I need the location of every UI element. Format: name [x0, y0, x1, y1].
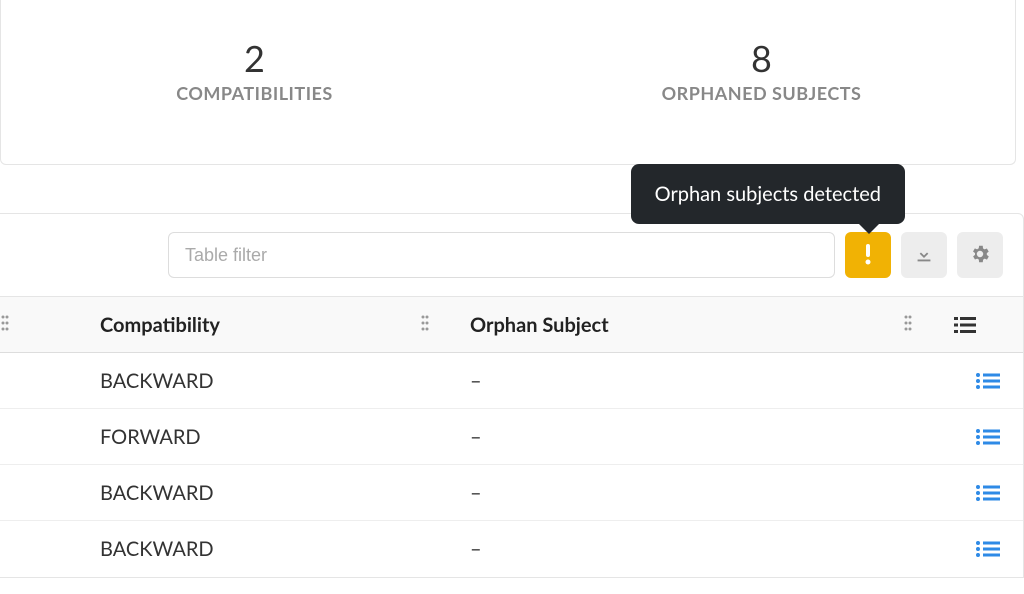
row-details-button[interactable]	[954, 373, 1022, 389]
data-table: Compatibility Orphan Subject	[0, 296, 1023, 577]
cell-compatibility: BACKWARD	[60, 465, 420, 521]
table-row: FORWARD –	[0, 409, 1023, 465]
table-filter-input[interactable]	[168, 232, 835, 278]
drag-dots-icon	[1, 314, 15, 332]
settings-button[interactable]	[957, 232, 1003, 278]
row-details-button[interactable]	[954, 541, 1022, 557]
cell-compatibility: BACKWARD	[60, 353, 420, 409]
table-header-row: Compatibility Orphan Subject	[0, 297, 1023, 353]
column-chooser-icon	[954, 316, 1022, 334]
drag-dots-icon	[904, 314, 918, 332]
stat-orphaned-value: 8	[508, 40, 1015, 76]
row-details-button[interactable]	[954, 485, 1022, 501]
column-drag-handle[interactable]	[0, 297, 60, 353]
cell-compatibility: BACKWARD	[60, 521, 420, 577]
table-row: BACKWARD –	[0, 521, 1023, 577]
table-row: BACKWARD –	[0, 353, 1023, 409]
cell-orphan: –	[460, 521, 903, 577]
table-body: BACKWARD – FORWARD –	[0, 353, 1023, 577]
download-icon	[913, 243, 935, 268]
drag-dots-icon	[421, 314, 435, 332]
stat-compatibilities: 2 COMPATIBILITIES	[1, 40, 508, 104]
stat-orphaned-label: ORPHANED SUBJECTS	[508, 82, 1015, 104]
orphan-alert-tooltip: Orphan subjects detected	[631, 164, 905, 224]
table-toolbar: Orphan subjects detected	[0, 214, 1023, 296]
cell-orphan: –	[460, 409, 903, 465]
cell-compatibility: FORWARD	[60, 409, 420, 465]
cell-orphan: –	[460, 465, 903, 521]
column-header-compatibility[interactable]: Compatibility	[60, 297, 420, 353]
stat-orphaned: 8 ORPHANED SUBJECTS	[508, 40, 1015, 104]
row-details-button[interactable]	[954, 429, 1022, 445]
stat-compatibilities-label: COMPATIBILITIES	[1, 82, 508, 104]
column-drag-handle[interactable]	[903, 297, 953, 353]
summary-card: 2 COMPATIBILITIES 8 ORPHANED SUBJECTS	[0, 0, 1016, 165]
column-header-orphan[interactable]: Orphan Subject	[460, 297, 903, 353]
column-drag-handle[interactable]	[420, 297, 460, 353]
stat-compatibilities-value: 2	[1, 40, 508, 76]
filter-wrap	[20, 232, 835, 278]
table-row: BACKWARD –	[0, 465, 1023, 521]
cell-orphan: –	[460, 353, 903, 409]
table-section: Orphan subjects detected	[0, 213, 1024, 578]
download-button[interactable]	[901, 232, 947, 278]
gear-icon	[969, 243, 991, 268]
exclamation-icon	[864, 242, 872, 269]
column-header-actions[interactable]	[953, 297, 1023, 353]
